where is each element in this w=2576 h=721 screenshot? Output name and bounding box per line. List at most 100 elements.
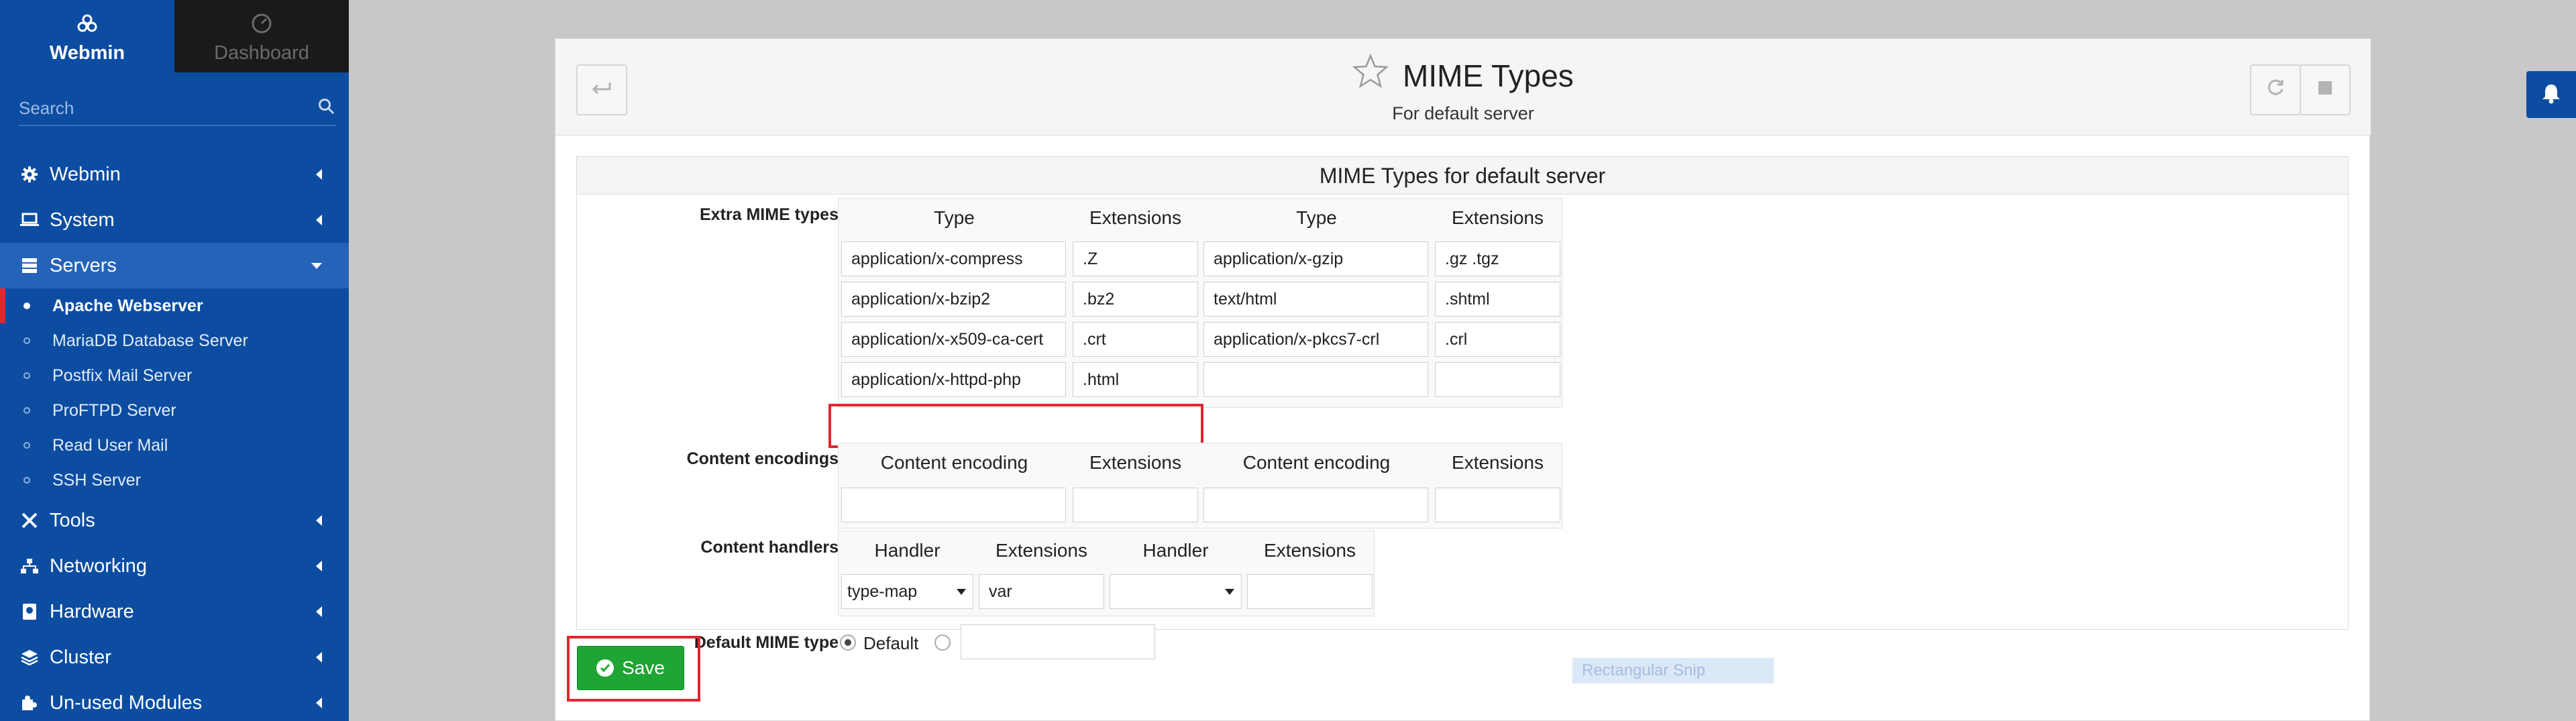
handler-select[interactable] [1110,574,1242,609]
mime-ext-input[interactable] [1435,322,1560,357]
mime-ext-input[interactable] [1073,362,1198,397]
col-header: Extensions [1264,540,1356,561]
mime-type-input[interactable] [841,282,1066,317]
mime-ext-input[interactable] [1435,282,1560,317]
handler-ext-input[interactable] [979,574,1104,609]
mime-ext-input[interactable] [1073,241,1198,276]
mime-type-input[interactable] [1203,241,1428,276]
sidebar-item-servers[interactable]: Servers [0,243,349,288]
bullet-icon [23,442,30,449]
check-circle-icon [596,659,614,677]
sidebar-item-tools[interactable]: Tools [0,498,349,543]
handler-ext-input[interactable] [1247,574,1373,609]
sidebar-subitem-apache[interactable]: Apache Webserver [0,288,349,323]
mime-ext-input[interactable] [1435,362,1560,397]
layers-icon [19,647,40,668]
content-handlers-label: Content handlers [700,538,839,557]
mime-type-input[interactable] [841,241,1066,276]
search-icon[interactable] [318,98,335,119]
encoding-ext-input[interactable] [1073,488,1198,522]
mime-ext-input[interactable] [1435,241,1560,276]
gear-icon [19,164,40,185]
mime-type-input[interactable] [841,322,1066,357]
dropdown-arrow-icon [1225,589,1234,595]
bullet-icon [23,302,30,309]
sidebar-item-label: Hardware [50,600,134,622]
caret-left-icon [316,515,322,526]
sidebar-item-unused-modules[interactable]: Un-used Modules [0,680,349,721]
sidebar-subitem-mariadb[interactable]: MariaDB Database Server [0,323,349,358]
col-header: Extensions [1452,452,1544,473]
default-radio[interactable] [840,634,856,651]
webmin-logo-icon [76,9,99,38]
handler-select-value: type-map [847,582,918,601]
bullet-icon [23,407,30,414]
custom-radio[interactable] [934,634,951,651]
tools-icon [19,510,40,531]
col-header: Handler [1142,540,1209,561]
content-encodings-table: Content encoding Extensions Content enco… [838,443,1562,529]
subitem-label: Apache Webserver [52,296,203,315]
encoding-input[interactable] [1203,488,1428,522]
mime-type-input[interactable] [841,362,1066,397]
sidebar-item-cluster[interactable]: Cluster [0,634,349,680]
caret-down-icon [311,263,322,269]
col-header: Type [1296,207,1337,228]
sidebar-item-system[interactable]: System [0,197,349,243]
main-panel: MIME Types For default server MIME Types… [555,38,2371,721]
subitem-label: Postfix Mail Server [52,366,193,385]
tab-dashboard[interactable]: Dashboard [174,0,349,72]
sidebar-item-networking[interactable]: Networking [0,543,349,589]
encoding-input[interactable] [841,488,1066,522]
mime-type-input[interactable] [1203,322,1428,357]
mime-type-input[interactable] [1203,362,1428,397]
save-button[interactable]: Save [577,646,684,690]
sidebar-item-label: Networking [50,555,148,577]
content-encodings-label: Content encodings [686,449,839,468]
caret-left-icon [316,652,322,663]
mime-ext-input[interactable] [1073,282,1198,317]
caret-left-icon [316,215,322,225]
subitem-label: Read User Mail [52,435,168,455]
mime-type-input[interactable] [1203,282,1428,317]
star-icon[interactable] [1352,54,1389,96]
laptop-icon [19,209,40,231]
panel-header: MIME Types For default server [555,39,2371,135]
col-header: Extensions [996,540,1087,561]
extra-mime-table: Type Extensions Type Extensions [838,198,1562,408]
sidebar-subitem-postfix[interactable]: Postfix Mail Server [0,358,349,393]
sidebar-item-hardware[interactable]: Hardware [0,589,349,634]
encoding-ext-input[interactable] [1435,488,1560,522]
server-icon [19,255,40,276]
caret-left-icon [316,561,322,571]
sidebar-item-label: Webmin [50,163,121,185]
sidebar-subitem-ssh[interactable]: SSH Server [0,463,349,498]
search-input[interactable] [19,97,287,119]
sidebar-item-label: Cluster [50,646,111,668]
sidebar-menu: Webmin System Servers Apache Webserver M… [0,152,349,721]
notifications-button[interactable] [2526,71,2576,118]
subitem-label: ProFTPD Server [52,400,176,420]
sidebar-item-webmin[interactable]: Webmin [0,152,349,197]
dashboard-gauge-icon [250,9,273,38]
tab-webmin[interactable]: Webmin [0,0,174,72]
tab-dashboard-label: Dashboard [214,42,309,64]
col-header: Handler [874,540,941,561]
hard-drive-icon [19,601,40,622]
sidebar: Webmin Dashboard Webmin System Servers [0,0,349,721]
mime-ext-input[interactable] [1073,322,1198,357]
form-title: MIME Types for default server [577,157,2348,195]
subitem-label: MariaDB Database Server [52,331,248,350]
col-header: Content encoding [880,452,1028,473]
mime-form: MIME Types for default server Extra MIME… [576,156,2349,659]
puzzle-icon [19,692,40,714]
sidebar-subitem-read-user-mail[interactable]: Read User Mail [0,428,349,463]
default-mime-input[interactable] [961,624,1155,659]
sidebar-subitem-proftpd[interactable]: ProFTPD Server [0,393,349,428]
bullet-icon [23,372,30,379]
servers-submenu: Apache Webserver MariaDB Database Server… [0,288,349,498]
sidebar-item-label: Servers [50,254,117,276]
bell-icon [2541,82,2561,107]
handler-select[interactable]: type-map [841,574,973,609]
col-header: Extensions [1089,452,1181,473]
